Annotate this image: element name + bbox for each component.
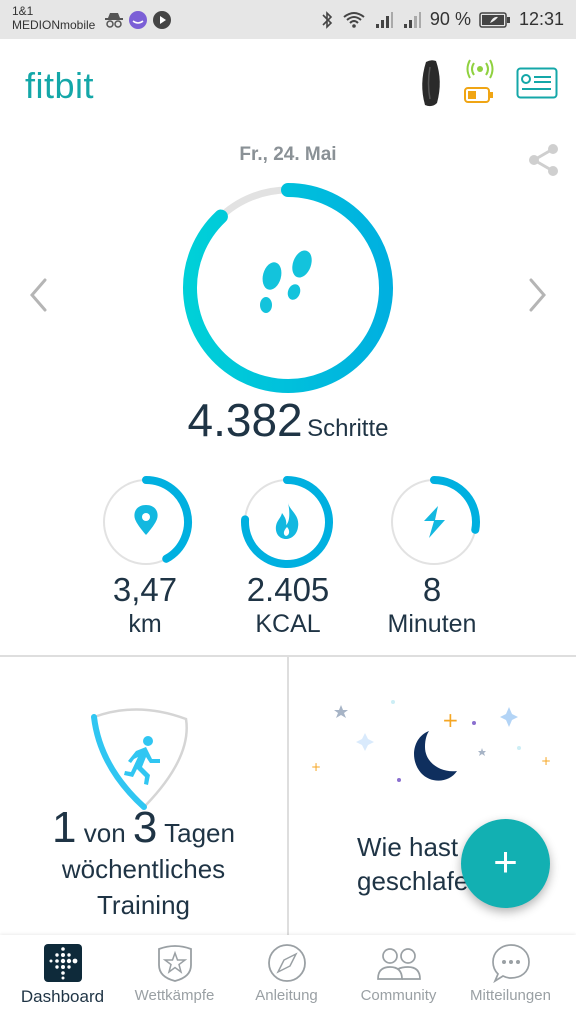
nav-notifications[interactable]: Mitteilungen: [453, 943, 568, 1004]
calories-ring[interactable]: [240, 475, 334, 569]
nav-challenges[interactable]: Wettkämpfe: [117, 943, 232, 1004]
clock: 12:31: [518, 9, 564, 29]
lightning-icon: [424, 506, 445, 538]
plus-star-icon: +: [311, 760, 321, 774]
signal-icon: [375, 11, 393, 28]
night-sky-illustration: + + +: [311, 700, 551, 782]
nav-dashboard[interactable]: Dashboard: [5, 943, 120, 1007]
distance-ring[interactable]: [99, 475, 193, 569]
stat-distance[interactable]: 3,47 km: [75, 572, 215, 640]
carrier-line1: 1&1: [12, 4, 34, 18]
stat-calories[interactable]: 2.405 KCAL: [218, 572, 358, 640]
steps-ring-progress: [183, 183, 393, 393]
battery-icon: [479, 11, 510, 28]
exercise-von: von: [83, 818, 126, 848]
nav-dashboard-label: Dashboard: [20, 987, 105, 1006]
stat-active-minutes[interactable]: 8 Minuten: [362, 572, 502, 640]
nav-community-label: Community: [360, 987, 437, 1004]
wifi-icon: [343, 11, 365, 28]
active-minutes-value: 8: [422, 571, 442, 608]
plus-star-icon: +: [442, 708, 459, 732]
fitbit-tracker-icon[interactable]: [416, 59, 446, 109]
sync-signal-icon: [466, 59, 494, 79]
flame-icon: [275, 503, 299, 539]
tracker-battery-icon: [464, 87, 493, 103]
star-icon: [334, 705, 348, 718]
exercise-goal: 3: [132, 803, 158, 852]
share-icon[interactable]: [527, 142, 561, 178]
location-pin-icon: [134, 505, 158, 535]
nav-challenges-label: Wettkämpfe: [134, 987, 215, 1004]
sparkle-icon: [356, 733, 374, 751]
fitbit-logo: fitbit: [25, 65, 95, 106]
compass-icon: [267, 944, 306, 982]
steps-unit: Schritte: [307, 415, 389, 442]
exercise-tile-text: 1 von 3 Tagen wöchentliches Training: [0, 806, 287, 923]
exercise-tagen: Tagen: [164, 818, 235, 848]
steps-value: 4.382: [187, 394, 303, 446]
footsteps-icon: [260, 250, 312, 313]
signal-icon-2: [403, 11, 421, 28]
plus-star-icon: +: [541, 754, 551, 768]
steps-progress-ring[interactable]: [178, 178, 398, 398]
active-minutes-unit: Minuten: [387, 610, 477, 638]
sparkle-icon: [500, 707, 518, 727]
nav-notifications-label: Mitteilungen: [470, 987, 551, 1004]
incognito-icon: [105, 13, 123, 28]
exercise-badge: [91, 708, 188, 810]
app-notification-icon: [129, 11, 147, 29]
app-bar: fitbit: [0, 39, 576, 129]
steps-count[interactable]: 4.382 Schritte: [0, 393, 576, 447]
exercise-line2: wöchentliches: [61, 854, 226, 884]
nav-guidance-label: Anleitung: [255, 987, 318, 1004]
running-person-icon: [124, 736, 160, 785]
community-icon: [376, 948, 421, 980]
bottom-navigation: Dashboard Wettkämpfe Anleitung Community…: [0, 935, 576, 1024]
exercise-line3: Training: [97, 890, 190, 920]
exercise-tile[interactable]: 1 von 3 Tagen wöchentliches Training: [0, 657, 287, 937]
profile-card-icon[interactable]: [516, 67, 558, 99]
calories-value: 2.405: [246, 571, 330, 608]
active-minutes-ring[interactable]: [387, 475, 481, 569]
distance-value: 3,47: [112, 571, 178, 608]
bluetooth-icon: [322, 10, 333, 29]
previous-day-arrow-icon[interactable]: [26, 275, 50, 315]
moon-icon: [414, 731, 457, 781]
next-day-arrow-icon[interactable]: [526, 275, 550, 315]
exercise-current: 1: [52, 803, 77, 852]
date-label[interactable]: Fr., 24. Mai: [0, 144, 576, 166]
nav-community[interactable]: Community: [341, 943, 456, 1004]
distance-unit: km: [128, 610, 162, 638]
battery-percent: 90 %: [429, 9, 471, 29]
nav-guidance[interactable]: Anleitung: [229, 943, 344, 1004]
shield-star-icon: [157, 945, 192, 982]
status-bar: 1&1 MEDIONmobile 90 % 12:31: [0, 0, 576, 39]
calories-unit: KCAL: [255, 610, 321, 638]
add-button[interactable]: +: [461, 819, 550, 908]
dashboard-icon: [43, 944, 82, 982]
play-icon: [153, 11, 171, 29]
carrier-line2: MEDIONmobile: [12, 18, 96, 32]
carrier-label: 1&1 MEDIONmobile: [12, 4, 95, 32]
chat-bubble-icon: [491, 944, 530, 983]
